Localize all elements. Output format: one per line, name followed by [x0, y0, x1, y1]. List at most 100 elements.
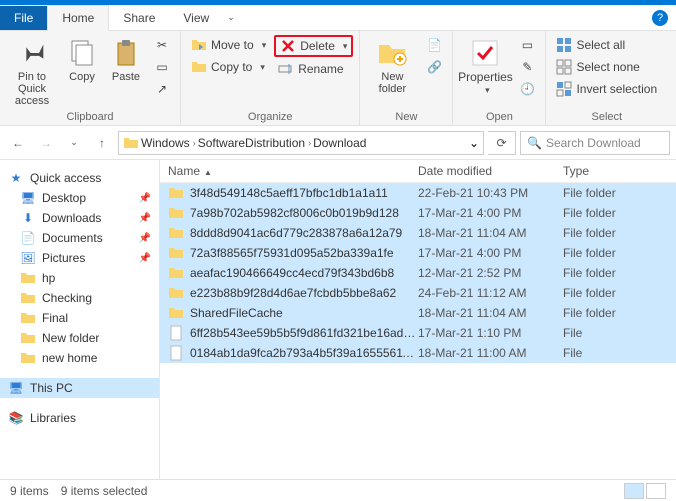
folder-icon: [20, 270, 36, 286]
file-date: 17-Mar-21 4:00 PM: [418, 246, 563, 260]
search-box[interactable]: 🔍 Search Download: [520, 131, 670, 155]
crumb-swdist[interactable]: SoftwareDistribution›: [198, 136, 311, 150]
file-type: File: [563, 346, 643, 360]
file-row[interactable]: 7a98b702ab5982cf8006c0b019b9d12817-Mar-2…: [160, 203, 676, 223]
file-row[interactable]: SharedFileCache18-Mar-21 11:04 AMFile fo…: [160, 303, 676, 323]
file-row[interactable]: e223b88b9f28d4d6ae7fcbdb5bbe8a6224-Feb-2…: [160, 283, 676, 303]
rename-button[interactable]: Rename: [274, 59, 353, 79]
nav-documents[interactable]: 📄Documents📌: [0, 228, 159, 248]
thispc-icon: 🖥: [8, 380, 24, 396]
file-type: File folder: [563, 246, 643, 260]
downloads-icon: ⬇: [20, 210, 36, 226]
new-folder-button[interactable]: New folder: [366, 33, 418, 95]
nav-downloads[interactable]: ⬇Downloads📌: [0, 208, 159, 228]
sort-asc-icon: ▲: [204, 168, 212, 177]
path-box[interactable]: Windows› SoftwareDistribution› Download …: [118, 131, 484, 155]
crumb-windows[interactable]: Windows›: [141, 136, 196, 150]
path-dropdown-icon[interactable]: ⌄: [469, 136, 479, 150]
copy-to-icon: [191, 59, 207, 75]
delete-button[interactable]: Delete▾: [274, 35, 353, 57]
nav-quick-access[interactable]: ★Quick access: [0, 168, 159, 188]
folder-icon: [20, 290, 36, 306]
forward-button[interactable]: →: [34, 131, 58, 155]
file-row[interactable]: aeafac190466649cc4ecd79f343bd6b812-Mar-2…: [160, 263, 676, 283]
file-row[interactable]: 3f48d549148c5aeff17bfbc1db1a1a1122-Feb-2…: [160, 183, 676, 203]
nav-hp[interactable]: hp: [0, 268, 159, 288]
folder-icon: [20, 350, 36, 366]
paste-button[interactable]: Paste: [106, 33, 146, 83]
chevron-down-icon: ▾: [262, 40, 267, 51]
edit-button[interactable]: ✎: [515, 57, 539, 77]
copy-button[interactable]: Copy: [62, 33, 102, 83]
file-type: File: [563, 326, 643, 340]
help-icon[interactable]: ?: [652, 10, 668, 26]
recent-button[interactable]: ⌄: [62, 131, 86, 155]
status-selected-count: 9 items selected: [61, 484, 148, 498]
pin-icon: 📌: [139, 253, 151, 264]
new-small: 📄 🔗: [422, 33, 446, 77]
rename-icon: [278, 61, 294, 77]
folder-icon: [168, 265, 184, 281]
column-headers: Name▲ Date modified Type: [160, 160, 676, 183]
crumb-download[interactable]: Download: [313, 136, 366, 150]
nav-newhome[interactable]: new home: [0, 348, 159, 368]
nav-checking[interactable]: Checking: [0, 288, 159, 308]
file-row[interactable]: 8ddd8d9041ac6d779c283878a6a12a7918-Mar-2…: [160, 223, 676, 243]
open-group-label: Open: [459, 109, 539, 125]
copy-path-button[interactable]: ▭: [150, 57, 174, 77]
up-button[interactable]: ↑: [90, 131, 114, 155]
move-to-button[interactable]: Move to▾: [187, 35, 270, 55]
properties-button[interactable]: Properties▾: [459, 33, 511, 96]
nav-libraries[interactable]: 📚Libraries: [0, 408, 159, 428]
pin-icon: 📌: [139, 193, 151, 204]
nav-pictures[interactable]: 🖼Pictures📌: [0, 248, 159, 268]
col-name[interactable]: Name▲: [168, 164, 418, 178]
open-button[interactable]: ▭: [515, 35, 539, 55]
paste-shortcut-button[interactable]: ↗: [150, 79, 174, 99]
col-date[interactable]: Date modified: [418, 164, 563, 178]
organize-group-label: Organize: [187, 109, 353, 125]
file-date: 18-Mar-21 11:00 AM: [418, 346, 563, 360]
star-icon: ★: [8, 170, 24, 186]
new-folder-label: New folder: [366, 71, 418, 95]
select-none-button[interactable]: Select none: [552, 57, 661, 77]
file-row[interactable]: 0184ab1da9fca2b793a4b5f39a1655561108...1…: [160, 343, 676, 363]
history-button[interactable]: 🕘: [515, 79, 539, 99]
select-none-icon: [556, 59, 572, 75]
nav-desktop[interactable]: 🖥Desktop📌: [0, 188, 159, 208]
history-icon: 🕘: [519, 81, 535, 97]
delete-x-icon: [280, 38, 296, 54]
cut-button[interactable]: ✂: [150, 35, 174, 55]
tab-view[interactable]: View: [169, 6, 223, 30]
tab-file[interactable]: File: [0, 6, 47, 30]
details-view-button[interactable]: [624, 483, 644, 499]
thumbnails-view-button[interactable]: [646, 483, 666, 499]
back-button[interactable]: ←: [6, 131, 30, 155]
select-all-button[interactable]: Select all: [552, 35, 661, 55]
status-item-count: 9 items: [10, 484, 49, 498]
pin-quick-access-button[interactable]: Pin to Quick access: [6, 33, 58, 107]
invert-selection-button[interactable]: Invert selection: [552, 79, 661, 99]
file-row[interactable]: 6ff28b543ee59b5b5f9d861fd321be16adb8...1…: [160, 323, 676, 343]
tab-share[interactable]: Share: [109, 6, 169, 30]
new-item-button[interactable]: 📄: [422, 35, 446, 55]
nav-final[interactable]: Final: [0, 308, 159, 328]
col-type[interactable]: Type: [563, 164, 643, 178]
search-placeholder: Search Download: [546, 136, 641, 150]
documents-icon: 📄: [20, 230, 36, 246]
rows: 3f48d549148c5aeff17bfbc1db1a1a1122-Feb-2…: [160, 183, 676, 495]
file-icon: [168, 325, 184, 341]
copy-to-button[interactable]: Copy to▾: [187, 57, 270, 77]
invert-icon: [556, 81, 572, 97]
refresh-button[interactable]: ⟳: [488, 131, 516, 155]
file-name: 72a3f88565f75931d095a52ba339a1fe: [190, 246, 418, 260]
file-type: File folder: [563, 266, 643, 280]
nav-thispc[interactable]: 🖥This PC: [0, 378, 159, 398]
paste-icon: [110, 37, 142, 69]
ribbon-collapse-icon[interactable]: ⌄: [227, 12, 235, 23]
nav-newfolder[interactable]: New folder: [0, 328, 159, 348]
tab-home[interactable]: Home: [47, 5, 109, 31]
caret-icon: ›: [193, 138, 196, 148]
file-row[interactable]: 72a3f88565f75931d095a52ba339a1fe17-Mar-2…: [160, 243, 676, 263]
easy-access-button[interactable]: 🔗: [422, 57, 446, 77]
